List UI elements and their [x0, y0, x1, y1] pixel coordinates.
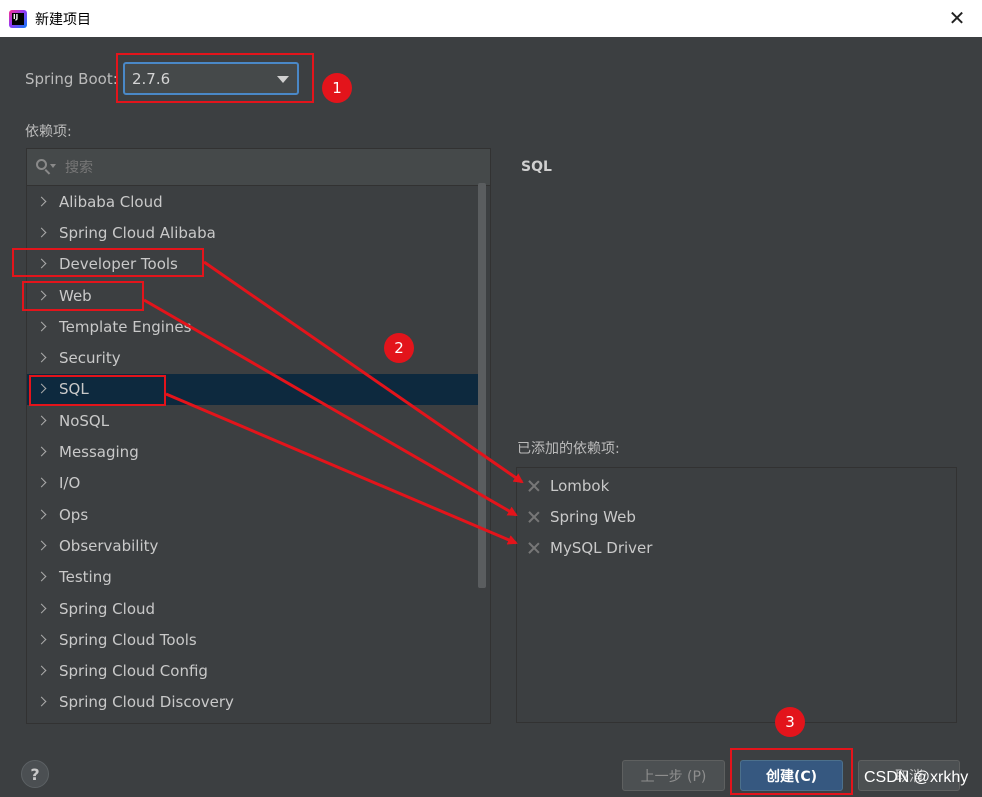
csdn-watermark: CSDN @xrkhy — [864, 769, 969, 786]
category-label: Spring Cloud Config — [59, 662, 208, 681]
category-label: Testing — [59, 568, 112, 587]
intellij-app-icon: IJ — [9, 9, 27, 28]
category-item[interactable]: Messaging — [27, 436, 480, 467]
added-dependency-label: Lombok — [550, 476, 610, 495]
dependencies-label: 依赖项: — [25, 124, 72, 140]
added-dependencies-label: 已添加的依赖项: — [517, 441, 620, 457]
chevron-right-icon[interactable] — [36, 382, 50, 396]
remove-icon[interactable] — [528, 511, 540, 523]
category-item[interactable]: NoSQL — [27, 405, 480, 436]
added-dependency-item: MySQL Driver — [517, 532, 956, 563]
category-item[interactable]: Template Engines — [27, 311, 480, 342]
remove-icon[interactable] — [528, 542, 540, 554]
help-button[interactable]: ? — [21, 760, 49, 788]
spring-boot-version-select[interactable]: 2.7.6 — [123, 62, 299, 95]
close-icon[interactable]: ✕ — [946, 7, 968, 29]
category-item[interactable]: Spring Cloud Tools — [27, 624, 480, 655]
category-item[interactable]: Testing — [27, 562, 480, 593]
category-label: Observability — [59, 536, 159, 555]
category-label: NoSQL — [59, 411, 110, 430]
category-label: Messaging — [59, 443, 139, 462]
category-item[interactable]: Spring Cloud — [27, 593, 480, 624]
chevron-right-icon[interactable] — [36, 602, 50, 616]
chevron-right-icon[interactable] — [36, 351, 50, 365]
category-item[interactable]: Developer Tools — [27, 249, 480, 280]
category-label: Spring Cloud Tools — [59, 630, 197, 649]
category-label: Developer Tools — [59, 255, 178, 274]
previous-button[interactable]: 上一步 (P) — [622, 760, 725, 791]
annotation-badge-2: 2 — [384, 333, 414, 363]
window-title: 新建项目 — [35, 11, 91, 28]
chevron-right-icon[interactable] — [36, 320, 50, 334]
annotation-badge-3: 3 — [775, 707, 805, 737]
dependency-category-list: Alibaba Cloud Spring Cloud Alibaba Develop… — [27, 186, 490, 718]
added-dependency-item: Lombok — [517, 470, 956, 501]
tree-scrollbar[interactable] — [478, 183, 486, 588]
category-item[interactable]: Spring Cloud Config — [27, 655, 480, 686]
category-item[interactable]: Ops — [27, 499, 480, 530]
category-item[interactable]: Spring Cloud Alibaba — [27, 217, 480, 248]
spring-boot-version-value: 2.7.6 — [132, 69, 171, 88]
category-item[interactable]: Observability — [27, 530, 480, 561]
dropdown-caret-icon — [277, 76, 289, 83]
chevron-right-icon[interactable] — [36, 226, 50, 240]
chevron-right-icon[interactable] — [36, 289, 50, 303]
chevron-right-icon[interactable] — [36, 570, 50, 584]
annotation-badge-1: 1 — [322, 73, 352, 103]
added-dependency-label: Spring Web — [550, 507, 636, 526]
chevron-right-icon[interactable] — [36, 539, 50, 553]
spring-boot-label: Spring Boot: — [25, 70, 118, 88]
chevron-right-icon[interactable] — [36, 257, 50, 271]
chevron-right-icon[interactable] — [36, 695, 50, 709]
added-dependency-label: MySQL Driver — [550, 538, 653, 557]
added-dependencies-list: Lombok Spring Web MySQL Driver — [516, 467, 957, 723]
chevron-right-icon[interactable] — [36, 414, 50, 428]
chevron-right-icon[interactable] — [36, 195, 50, 209]
category-label: Spring Cloud Alibaba — [59, 223, 216, 242]
category-label: Template Engines — [59, 317, 192, 336]
category-label: Spring Cloud — [59, 599, 156, 618]
category-label: SQL — [59, 380, 89, 399]
chevron-right-icon[interactable] — [36, 633, 50, 647]
chevron-right-icon[interactable] — [36, 508, 50, 522]
search-placeholder: 搜索 — [65, 160, 93, 176]
category-label: Spring Cloud Discovery — [59, 693, 234, 712]
search-icon[interactable] — [35, 158, 56, 176]
chevron-right-icon[interactable] — [36, 664, 50, 678]
dependency-tree-panel: 搜索 Alibaba Cloud Spring Cloud Alibaba Deve… — [26, 148, 491, 724]
category-label: Web — [59, 286, 92, 305]
remove-icon[interactable] — [528, 480, 540, 492]
category-item[interactable]: Web — [27, 280, 480, 311]
detail-title: SQL — [521, 159, 552, 175]
title-bar: IJ 新建项目 ✕ — [0, 0, 982, 37]
chevron-right-icon[interactable] — [36, 445, 50, 459]
category-label: Alibaba Cloud — [59, 192, 163, 211]
category-item[interactable]: SQL — [27, 373, 480, 406]
category-item[interactable]: I/O — [27, 468, 480, 499]
category-label: Ops — [59, 505, 89, 524]
dependency-search-input[interactable]: 搜索 — [27, 149, 490, 186]
chevron-right-icon[interactable] — [36, 476, 50, 490]
added-dependency-item: Spring Web — [517, 501, 956, 532]
category-item[interactable]: Alibaba Cloud — [27, 186, 480, 217]
category-item[interactable]: Spring Cloud Discovery — [27, 687, 480, 718]
category-label: Security — [59, 349, 121, 368]
category-label: I/O — [59, 474, 81, 493]
create-button[interactable]: 创建(C) — [740, 760, 843, 791]
